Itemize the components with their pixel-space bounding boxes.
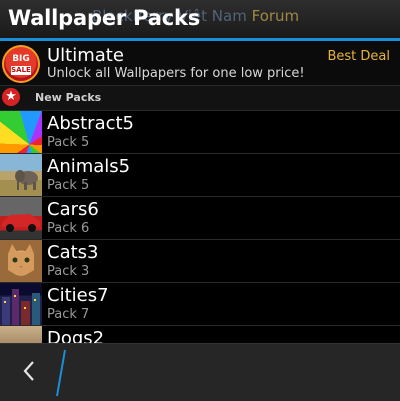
star-icon: ★ (2, 88, 20, 106)
chevron-left-icon (23, 361, 34, 381)
section-label: New Packs (35, 91, 102, 104)
pack-list[interactable]: Abstract5 Pack 5 Animals5 Pack 5 Cars6 P… (0, 111, 400, 343)
pack-number: Pack 5 (47, 178, 90, 193)
pack-thumbnail (0, 326, 42, 343)
big-sale-badge-icon: BIG SALE (2, 45, 40, 83)
bottom-action-bar (0, 343, 400, 401)
list-item[interactable]: Dogs2 (0, 326, 400, 343)
pack-name: Dogs2 (47, 328, 105, 343)
pack-thumbnail (0, 240, 42, 282)
pack-number: Pack 5 (47, 135, 90, 150)
pack-thumbnail (0, 111, 42, 153)
list-item[interactable]: Cities7 Pack 7 (0, 283, 400, 326)
pack-thumbnail (0, 154, 42, 196)
list-item[interactable]: Cats3 Pack 3 (0, 240, 400, 283)
pack-name: Cities7 (47, 285, 109, 306)
ultimate-title: Ultimate (47, 45, 124, 66)
list-item[interactable]: Cars6 Pack 6 (0, 197, 400, 240)
pack-name: Cars6 (47, 199, 99, 220)
ultimate-description: Unlock all Wallpapers for one low price! (47, 66, 305, 81)
pack-name: Animals5 (47, 156, 131, 177)
ultimate-offer-row[interactable]: BIG SALE Ultimate Unlock all Wallpapers … (0, 41, 400, 86)
pack-number: Pack 6 (47, 221, 90, 236)
pack-thumbnail (0, 197, 42, 239)
title-bar: BlackBerry Việt Nam Forum Wallpaper Pack… (0, 0, 400, 38)
best-deal-label: Best Deal (327, 49, 390, 64)
pack-name: Cats3 (47, 242, 99, 263)
pack-number: Pack 7 (47, 307, 90, 322)
list-item[interactable]: Animals5 Pack 5 (0, 154, 400, 197)
page-title: Wallpaper Packs (8, 6, 201, 30)
list-item[interactable]: Abstract5 Pack 5 (0, 111, 400, 154)
divider-slash (56, 349, 66, 397)
pack-name: Abstract5 (47, 113, 135, 134)
pack-thumbnail (0, 283, 42, 325)
pack-number: Pack 3 (47, 264, 90, 279)
back-button[interactable] (18, 359, 42, 383)
section-header-new-packs: ★ New Packs (0, 86, 400, 111)
